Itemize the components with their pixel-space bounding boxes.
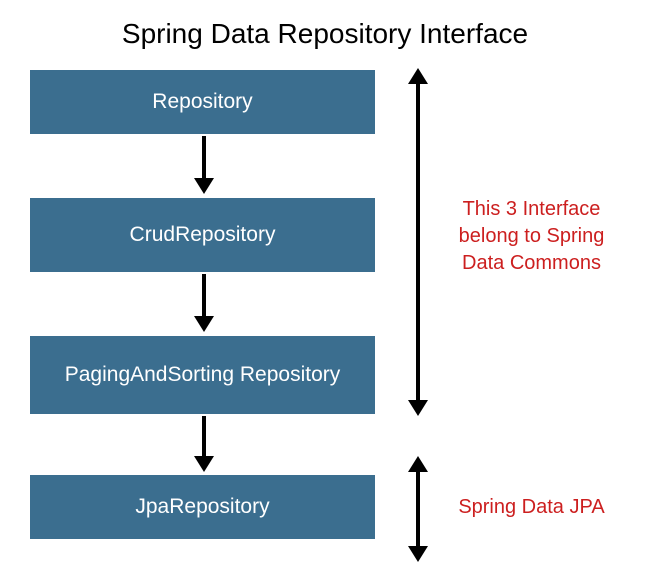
- diagram-title: Spring Data Repository Interface: [0, 0, 650, 60]
- box-crud-label: CrudRepository: [130, 222, 276, 248]
- annotation-jpa: Spring Data JPA: [444, 494, 619, 521]
- diagram-canvas: Repository CrudRepository PagingAndSorti…: [30, 70, 630, 560]
- box-jpa-label: JpaRepository: [135, 494, 269, 520]
- box-repository-label: Repository: [152, 89, 252, 115]
- box-paging-repository: PagingAndSorting Repository: [30, 336, 375, 414]
- box-crud-repository: CrudRepository: [30, 198, 375, 272]
- box-repository: Repository: [30, 70, 375, 134]
- annotation-commons: This 3 Interface belong to Spring Data C…: [444, 196, 619, 277]
- box-paging-label: PagingAndSorting Repository: [65, 362, 341, 388]
- box-jpa-repository: JpaRepository: [30, 475, 375, 539]
